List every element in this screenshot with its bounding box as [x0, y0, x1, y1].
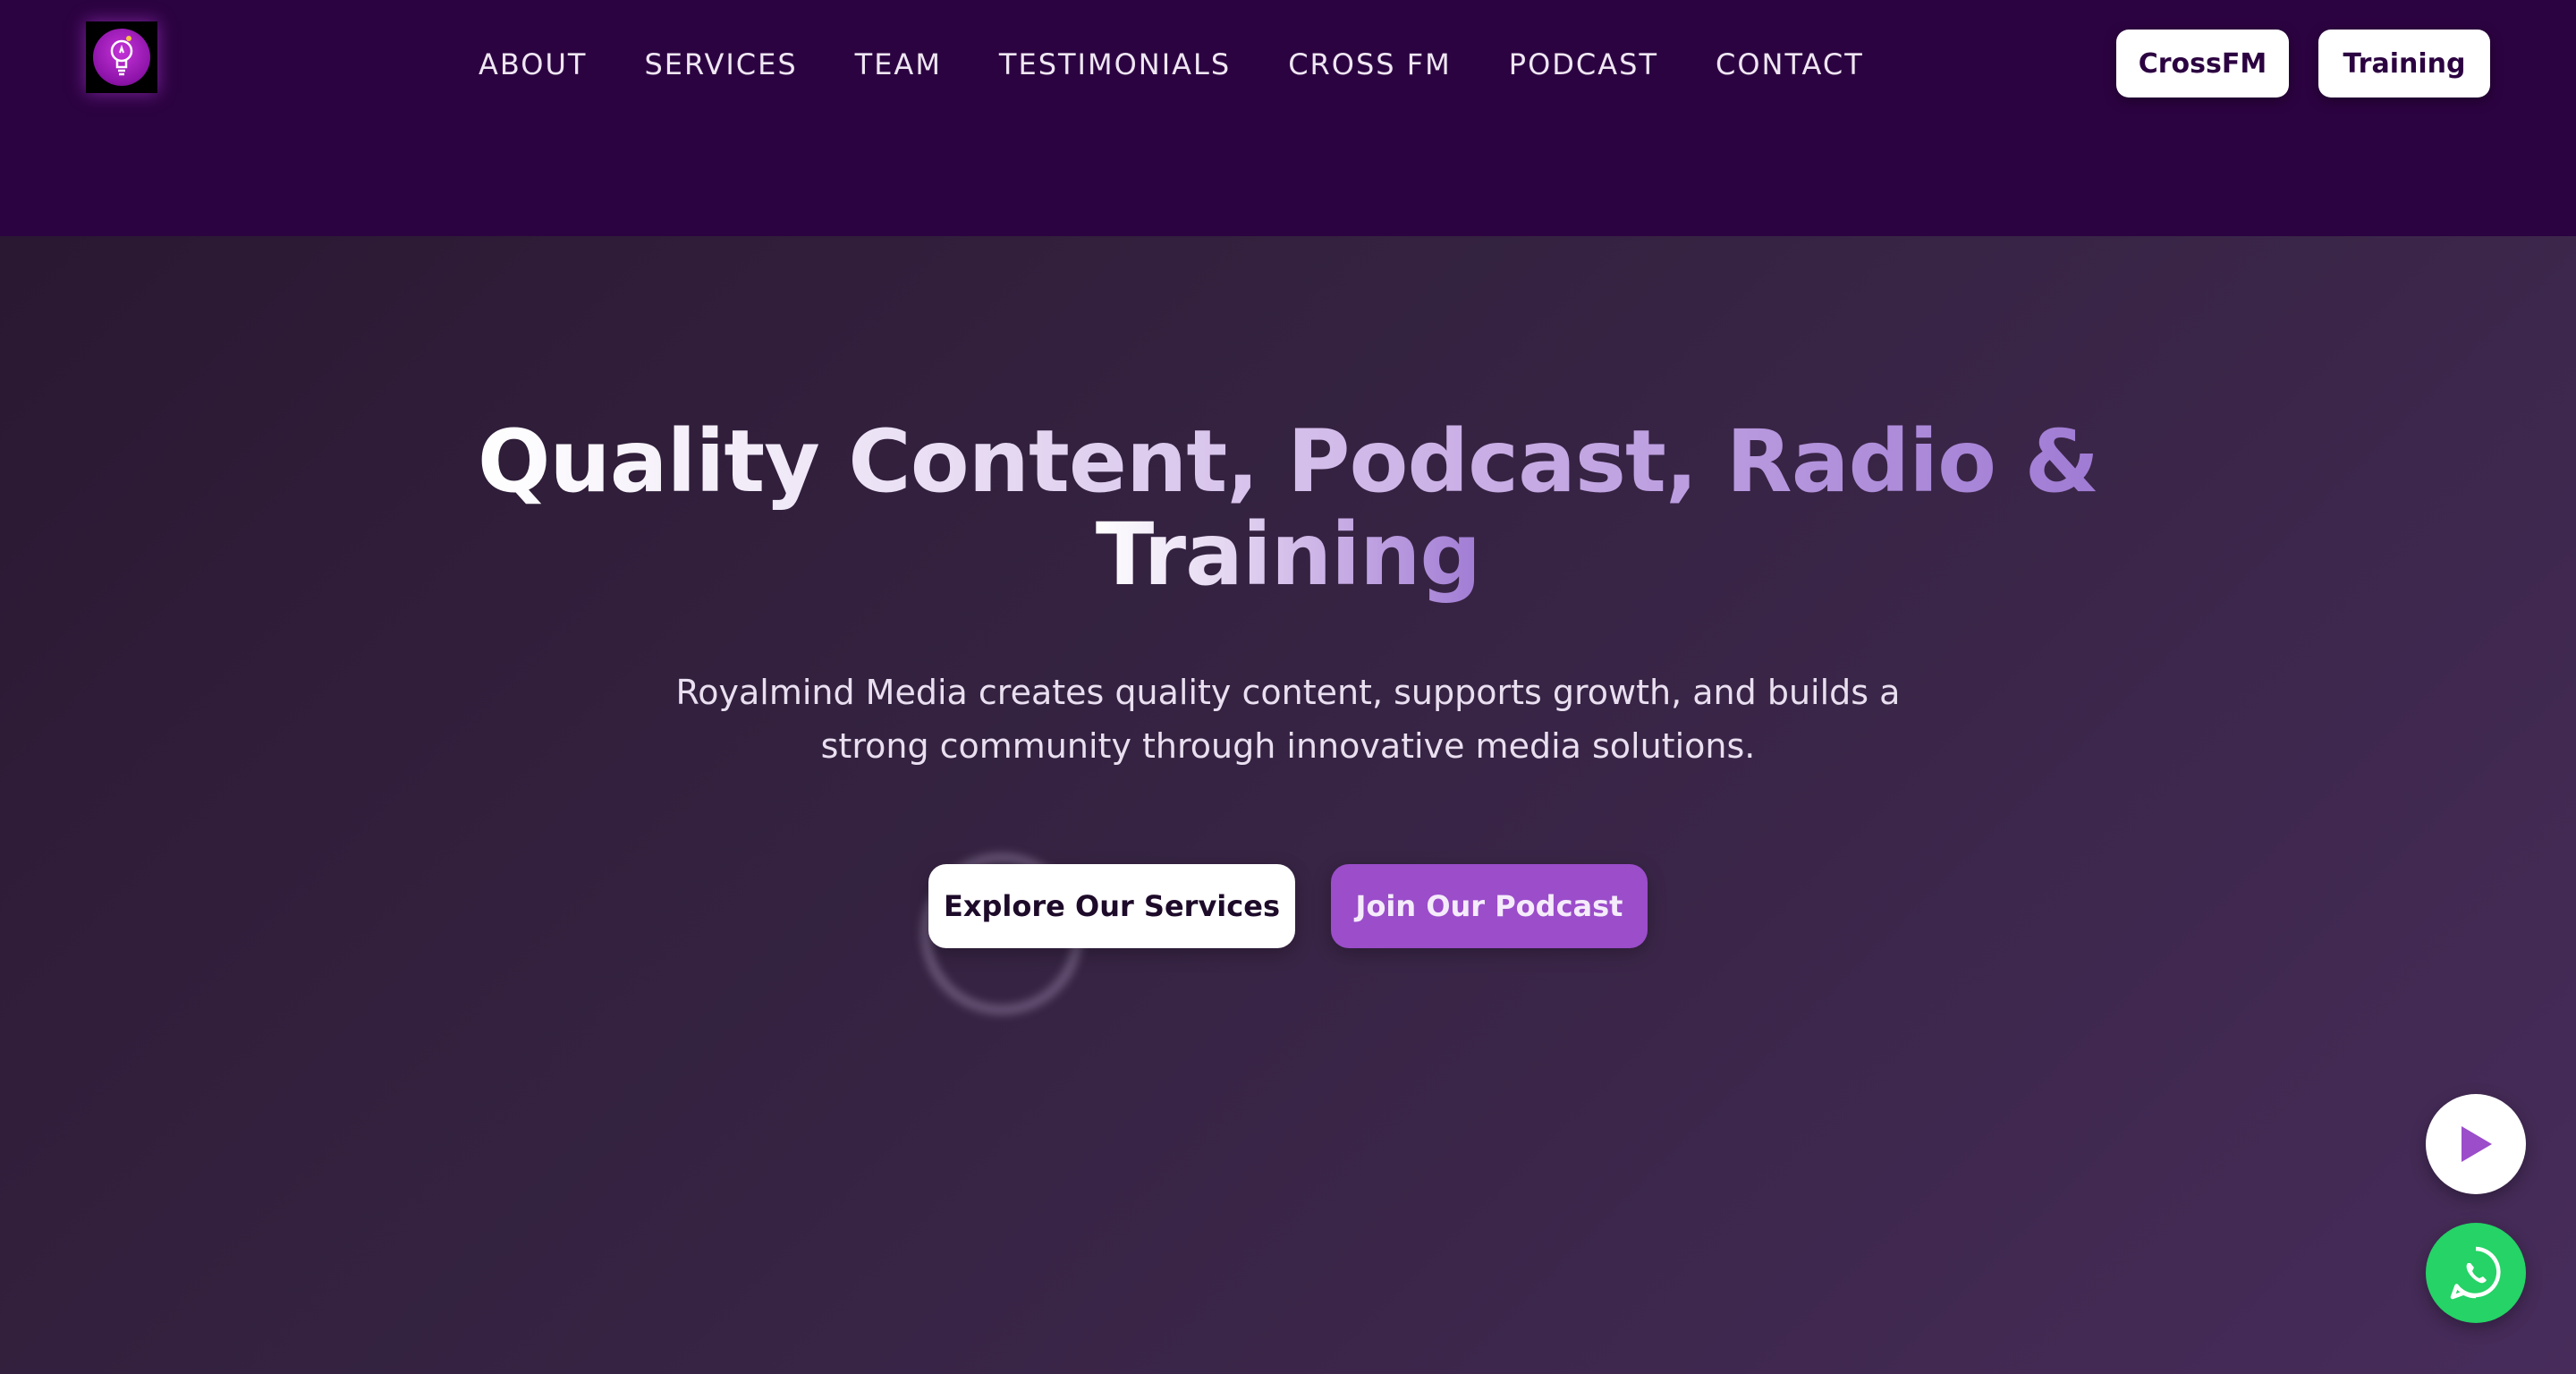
site-logo[interactable]	[86, 21, 157, 93]
page: ABOUT SERVICES TEAM TESTIMONIALS CROSS F…	[0, 0, 2576, 1374]
explore-services-button[interactable]: Explore Our Services	[928, 864, 1295, 948]
nav-podcast[interactable]: PODCAST	[1509, 45, 1658, 84]
join-podcast-button[interactable]: Join Our Podcast	[1331, 864, 1648, 948]
whatsapp-button[interactable]	[2426, 1223, 2526, 1323]
main-nav: ABOUT SERVICES TEAM TESTIMONIALS CROSS F…	[479, 45, 1864, 84]
hero-title-line1: Quality Content, Podcast, Radio &	[477, 411, 2099, 512]
whatsapp-icon	[2450, 1246, 2501, 1300]
nav-about[interactable]: ABOUT	[479, 45, 587, 84]
hero-subtitle: Royalmind Media creates quality content,…	[617, 666, 1959, 773]
nav-testimonials[interactable]: TESTIMONIALS	[999, 45, 1231, 84]
training-button[interactable]: Training	[2318, 30, 2490, 98]
site-header: ABOUT SERVICES TEAM TESTIMONIALS CROSS F…	[0, 0, 2576, 236]
play-button[interactable]	[2426, 1094, 2526, 1194]
hero-title-line2: Training	[1095, 505, 1481, 605]
nav-contact[interactable]: CONTACT	[1716, 45, 1864, 84]
hero-subtitle-line2: strong community through innovative medi…	[820, 726, 1756, 766]
hero-subtitle-line1: Royalmind Media creates quality content,…	[675, 673, 1901, 712]
nav-services[interactable]: SERVICES	[644, 45, 797, 84]
lightbulb-icon	[93, 29, 150, 86]
crossfm-button[interactable]: CrossFM	[2116, 30, 2289, 98]
play-icon	[2462, 1126, 2492, 1162]
hero-title: Quality Content, Podcast, Radio & Traini…	[0, 415, 2576, 601]
nav-cross-fm[interactable]: CROSS FM	[1288, 45, 1452, 84]
hero-section: Quality Content, Podcast, Radio & Traini…	[0, 236, 2576, 1374]
nav-team[interactable]: TEAM	[855, 45, 942, 84]
